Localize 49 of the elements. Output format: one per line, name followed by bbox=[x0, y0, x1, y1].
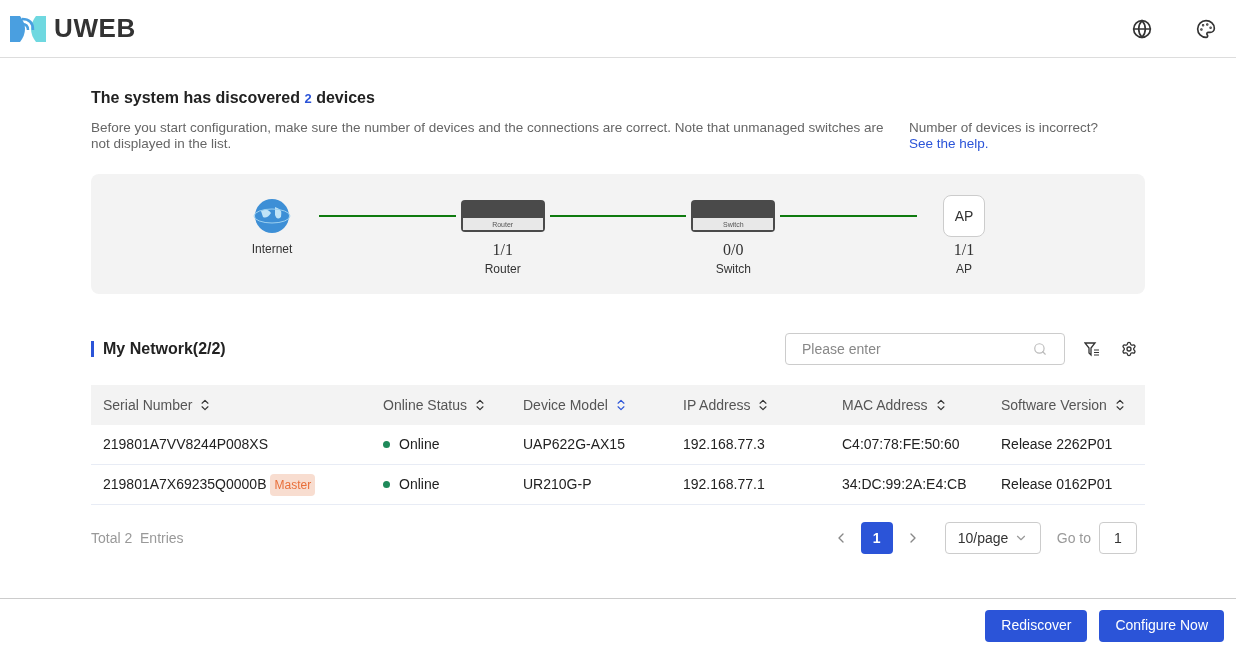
discovery-title: The system has discovered 2 devices bbox=[91, 88, 376, 108]
column-header[interactable]: Serial Number bbox=[103, 394, 193, 416]
goto-label: Go to bbox=[1056, 528, 1091, 548]
table-cell-text: 219801A7X69235Q0000B bbox=[103, 475, 267, 494]
action-button[interactable]: Configure Now bbox=[1099, 609, 1224, 642]
filter-icon[interactable] bbox=[1084, 341, 1100, 357]
device-count: 1/1 bbox=[492, 242, 513, 258]
settings-icon[interactable] bbox=[1121, 341, 1137, 357]
device-count: 1/1 bbox=[953, 242, 975, 258]
language-icon[interactable] bbox=[1132, 18, 1152, 39]
column-header[interactable]: Online Status bbox=[383, 394, 468, 416]
table-cell: 192.168.77.3 bbox=[683, 436, 765, 452]
master-tag: Master bbox=[270, 473, 316, 496]
theme-icon[interactable] bbox=[1196, 18, 1216, 39]
globe-icon bbox=[253, 197, 291, 235]
page-size-select[interactable]: 10/page bbox=[944, 522, 1041, 554]
table-cell: 34:DC:99:2A:E4:CB bbox=[842, 476, 967, 492]
page-number[interactable]: 1 bbox=[860, 522, 893, 554]
action-button[interactable]: Rediscover bbox=[985, 609, 1088, 642]
device-count: 0/0 bbox=[723, 242, 744, 258]
node-label: Switch bbox=[715, 261, 751, 278]
table-cell-text: Online bbox=[399, 475, 440, 494]
node-label: Router bbox=[484, 261, 521, 278]
section-title: My Network(2/2) bbox=[103, 339, 226, 359]
table-cell: UR210G-P bbox=[523, 476, 592, 492]
total-entries: Total 2 Entries bbox=[91, 528, 184, 548]
help-link[interactable]: See the help. bbox=[909, 136, 1099, 152]
column-header[interactable]: Device Model bbox=[523, 394, 608, 416]
search-field[interactable]: Please enter bbox=[785, 333, 1065, 365]
help-question: Number of devices is incorrect? bbox=[909, 120, 1099, 136]
table-cell: Release 0162P01 bbox=[1001, 476, 1113, 492]
table-cell: UAP622G-AX15 bbox=[523, 436, 625, 452]
logo-icon bbox=[10, 13, 46, 44]
section-marker bbox=[91, 341, 94, 357]
logo-text: UWEB bbox=[54, 12, 137, 45]
table-cell-text: 219801A7VV8244P008XS bbox=[103, 435, 269, 454]
table-cell: C4:07:78:FE:50:60 bbox=[842, 436, 960, 452]
ap-device: AP bbox=[943, 195, 985, 237]
column-header[interactable]: IP Address bbox=[683, 394, 751, 416]
table-cell-text: Online bbox=[399, 435, 440, 454]
search-icon bbox=[1033, 342, 1047, 356]
goto-field[interactable]: 1 bbox=[1099, 522, 1137, 554]
column-header[interactable]: Software Version bbox=[1001, 394, 1107, 416]
node-label: AP bbox=[956, 261, 972, 278]
column-header[interactable]: MAC Address bbox=[842, 394, 928, 416]
discovery-description: Before you start configuration, make sure the number of devices and the connections are correct. Note that unmanaged switches are not displayed in the list. bbox=[91, 120, 885, 152]
table-cell: Release 2262P01 bbox=[1001, 436, 1113, 452]
table-cell: 192.168.77.1 bbox=[683, 476, 765, 492]
node-label: Internet bbox=[251, 241, 293, 258]
